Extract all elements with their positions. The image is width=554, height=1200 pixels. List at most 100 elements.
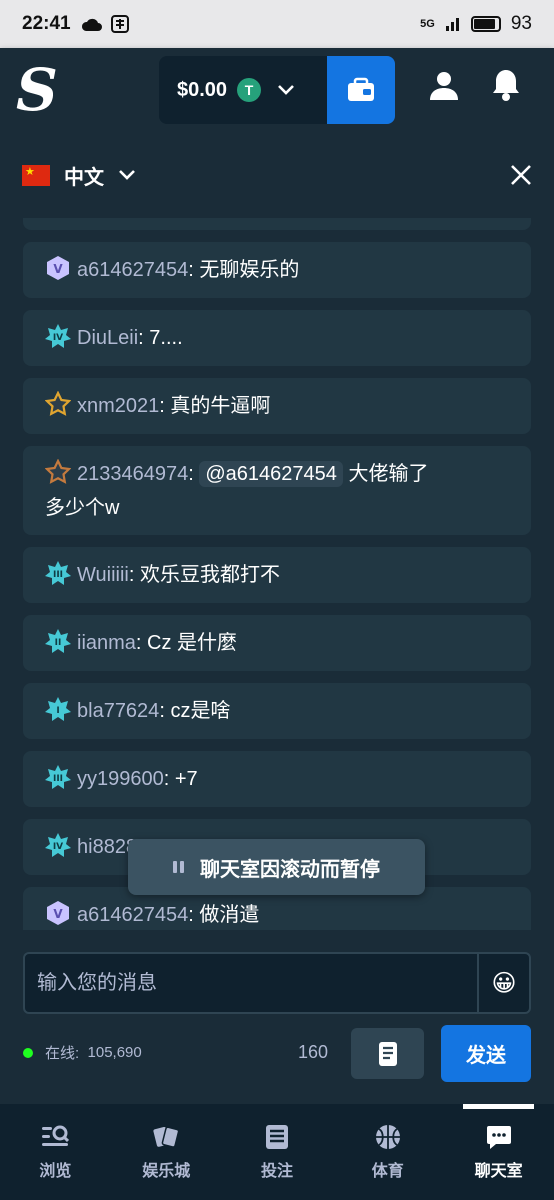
svg-text:V: V (53, 262, 63, 276)
emoji-icon: 😀 (491, 969, 517, 997)
svg-text:III: III (53, 774, 63, 784)
logo[interactable]: S (16, 61, 76, 119)
chat-rules-button[interactable] (351, 1028, 424, 1079)
chat-message (23, 218, 531, 230)
chat-message: III Wuiiiii: 欢乐豆我都打不 (23, 547, 531, 603)
chat-composer: 😀 在线: 105,690 160 发送 (0, 930, 554, 1104)
online-status: 在线: 105,690 (23, 1042, 142, 1063)
app-notification-icon (110, 15, 129, 33)
nav-bets[interactable]: 投注 (222, 1104, 333, 1200)
vip-badge-iv-icon: IV (45, 324, 71, 348)
user-icon[interactable] (428, 70, 460, 102)
search-list-icon (42, 1125, 70, 1146)
nav-sports[interactable]: 体育 (332, 1104, 443, 1200)
status-bar: 22:41 5G 93 (0, 0, 554, 48)
message-input[interactable] (25, 954, 477, 1012)
message-text: 大佬输了 (348, 463, 429, 485)
message-text: 7.... (149, 327, 183, 349)
chat-bubble-icon (486, 1125, 511, 1149)
nav-label: 娱乐城 (142, 1162, 191, 1180)
message-text: cz是啥 (170, 700, 231, 722)
message-username[interactable]: a614627454 (77, 259, 188, 281)
scroll-document-icon (378, 1041, 397, 1066)
vip-badge-iii-icon: III (45, 765, 71, 789)
nav-label: 投注 (260, 1162, 293, 1180)
chevron-down-icon (278, 85, 294, 95)
top-bar: S $0.00 T (0, 48, 554, 132)
chevron-down-icon[interactable] (118, 169, 136, 181)
message-text-line2: 多少个w (45, 497, 120, 519)
vip-badge-iv-icon: IV (45, 833, 71, 857)
message-username[interactable]: bla77624 (77, 700, 159, 722)
message-username[interactable]: 2133464974 (77, 463, 188, 485)
message-username[interactable]: DiuLeii (77, 327, 138, 349)
message-username[interactable]: iianma (77, 632, 136, 654)
chat-header: 中文 (0, 132, 554, 218)
language-selector[interactable]: 中文 (64, 161, 104, 190)
battery-level: 93 (510, 13, 532, 34)
send-button[interactable]: 发送 (441, 1025, 531, 1082)
chat-message: Ibla77624: cz是啥 (23, 683, 531, 739)
online-label: 在线: (45, 1045, 80, 1062)
message-text: 真的牛逼啊 (170, 395, 271, 417)
bronze-star-badge-icon (45, 459, 71, 484)
svg-text:II: II (55, 638, 62, 648)
signal-icon: 5G (420, 17, 435, 30)
nav-label: 体育 (371, 1162, 404, 1180)
message-text: 欢乐豆我都打不 (139, 564, 280, 586)
status-icons (81, 15, 129, 33)
vip-badge-iii-icon: III (45, 561, 71, 585)
mention-tag[interactable]: @a614627454 (199, 461, 343, 487)
basketball-icon (375, 1124, 400, 1149)
online-count: 105,690 (87, 1044, 142, 1061)
chat-message: II iianma: Cz 是什麼 (23, 615, 531, 671)
message-text: +7 (174, 768, 198, 790)
vip-badge-ii-icon: II (45, 629, 71, 653)
message-text: 做消遣 (199, 904, 260, 926)
balance-amount: $0.00 (177, 78, 228, 101)
nav-label: 聊天室 (474, 1162, 523, 1180)
toast-text: 聊天室因滚动而暂停 (200, 858, 380, 881)
svg-text:V: V (53, 907, 63, 921)
nav-label: 浏览 (39, 1162, 72, 1180)
china-flag-icon (22, 164, 50, 186)
nav-browse[interactable]: 浏览 (0, 1104, 111, 1200)
pause-icon (173, 861, 184, 873)
nav-casino[interactable]: 娱乐城 (111, 1104, 222, 1200)
status-time: 22:41 (22, 13, 71, 34)
emoji-button[interactable]: 😀 (477, 954, 529, 1012)
online-dot-icon (23, 1047, 33, 1058)
character-count: 160 (298, 1042, 329, 1062)
wallet: $0.00 T (159, 56, 395, 124)
chat-paused-toast[interactable]: 聊天室因滚动而暂停 (128, 839, 425, 895)
svg-text:I: I (56, 706, 59, 716)
vip-badge-v-icon: V (47, 256, 69, 280)
wallet-icon (348, 77, 374, 101)
message-username[interactable]: yy199600 (77, 768, 164, 790)
chat-message: xnm2021: 真的牛逼啊 (23, 378, 531, 434)
nav-chat[interactable]: 聊天室 (443, 1104, 554, 1200)
close-icon[interactable] (510, 164, 532, 186)
wallet-button[interactable] (327, 56, 395, 124)
bell-icon[interactable] (490, 68, 522, 102)
chat-messages[interactable]: Va614627454: 无聊娱乐的 IV DiuLeii: 7.... xnm2… (0, 218, 554, 930)
chat-message: III yy199600: +7 (23, 751, 531, 807)
chat-message: Va614627454: 无聊娱乐的 (23, 242, 531, 298)
gold-star-badge-icon (45, 391, 71, 416)
balance-dropdown[interactable]: $0.00 T (159, 56, 327, 124)
message-username[interactable]: a614627454 (77, 904, 188, 926)
signal-bars-icon (445, 18, 459, 31)
svg-text:IV: IV (53, 333, 63, 343)
cloud-icon (81, 18, 102, 31)
chat-message: IV DiuLeii: 7.... (23, 310, 531, 366)
message-username[interactable]: Wuiiiii (77, 564, 129, 586)
message-username[interactable]: xnm2021 (77, 395, 159, 417)
svg-text:III: III (53, 570, 63, 580)
message-input-wrapper: 😀 (23, 952, 531, 1014)
cards-icon (153, 1125, 180, 1148)
message-text: 无聊娱乐的 (199, 259, 300, 281)
vip-badge-i-icon: I (45, 697, 71, 721)
svg-text:IV: IV (53, 842, 63, 852)
message-text: Cz 是什麼 (147, 632, 238, 654)
battery-icon (470, 16, 501, 32)
